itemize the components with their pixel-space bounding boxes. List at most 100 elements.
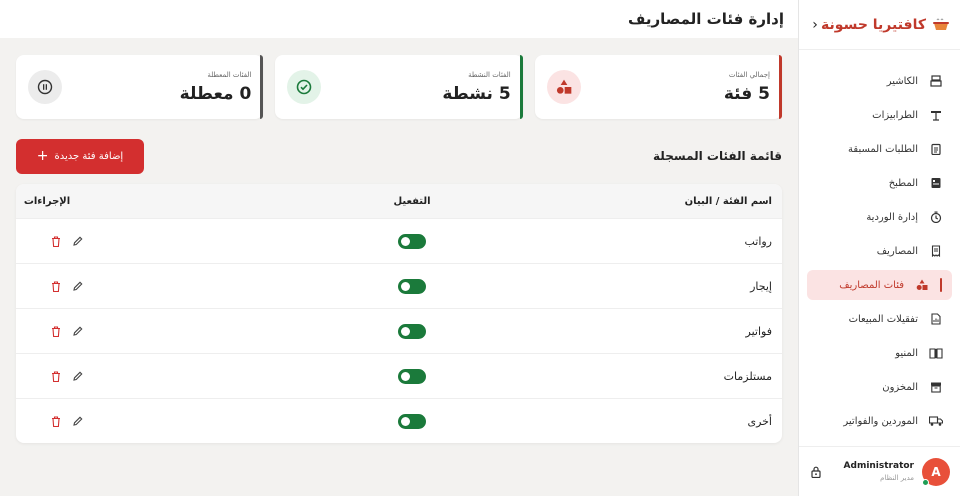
sidebar-item-cashier[interactable]: الكاشير: [807, 66, 952, 96]
edit-icon[interactable]: [72, 235, 84, 247]
stat-accent-bar: [260, 55, 264, 119]
shift-icon: [928, 209, 944, 225]
trash-icon[interactable]: [50, 280, 62, 292]
sidebar-item-label: إدارة الوردية: [866, 211, 918, 223]
trash-icon[interactable]: [50, 235, 62, 247]
sidebar-item-label: تفقيلات المبيعات: [848, 313, 918, 325]
pause-circle-icon: [28, 70, 63, 104]
stat-label: الفئات النشطة: [468, 70, 511, 79]
table-row: رواتب: [16, 218, 782, 263]
header-actions: الإجراءات: [23, 195, 71, 207]
brand-name: كافتيريا حسونة: [821, 16, 926, 33]
user-info: Administrator مدير النظام: [844, 461, 914, 482]
sidebar-item-inventory[interactable]: المخزون: [807, 372, 952, 402]
main-content: إدارة فئات المصاريف إجمالي الفئات 5 فئة …: [0, 0, 798, 496]
trash-icon[interactable]: [50, 370, 62, 382]
active-toggle[interactable]: [398, 323, 426, 339]
edit-icon[interactable]: [72, 325, 84, 337]
lock-icon[interactable]: [809, 465, 823, 479]
active-toggle[interactable]: [398, 278, 426, 294]
sidebar: كافتيريا حسونة ‹ الكاشير الطرابيزات الطل…: [798, 0, 960, 496]
cafe-logo-icon: [932, 14, 950, 36]
stat-accent-bar: [779, 55, 782, 119]
page-title: إدارة فئات المصاريف: [628, 10, 784, 28]
header-toggle: التفعيل: [393, 195, 431, 207]
shapes-icon: [546, 70, 581, 104]
active-toggle[interactable]: [398, 368, 426, 384]
collapse-sidebar-button[interactable]: ‹: [809, 17, 821, 33]
stat-value: 5 نشطة: [442, 83, 511, 104]
table-row: مستلزمات: [16, 353, 782, 398]
shapes-icon: [914, 277, 930, 293]
header-name: اسم الفئة / البيان: [684, 195, 772, 207]
stat-accent-bar: [519, 55, 523, 119]
categories-table: اسم الفئة / البيان التفعيل الإجراءات روا…: [16, 184, 782, 443]
sidebar-item-expenses[interactable]: المصاريف: [807, 236, 952, 266]
online-status-dot: [922, 478, 929, 486]
sidebar-item-label: الطرابيزات: [872, 109, 918, 121]
avatar[interactable]: A: [922, 457, 950, 486]
add-category-label: إضافة فئة جديدة: [54, 150, 124, 162]
kitchen-icon: [928, 175, 944, 191]
sidebar-item-label: المطبخ: [888, 177, 918, 189]
stat-label: إجمالي الفئات: [728, 70, 770, 79]
sidebar-item-menu[interactable]: المنيو: [807, 338, 952, 368]
edit-icon[interactable]: [72, 370, 84, 382]
category-name: مستلزمات: [723, 369, 772, 383]
check-circle-icon: [287, 70, 322, 104]
stat-card-total: إجمالي الفئات 5 فئة: [534, 55, 782, 119]
sidebar-item-label: المخزون: [882, 381, 918, 393]
table-row: أخرى: [16, 398, 782, 443]
table-row: فواتير: [16, 308, 782, 353]
table-header: اسم الفئة / البيان التفعيل الإجراءات: [16, 184, 782, 218]
archive-icon: [928, 379, 944, 395]
stat-value: 5 فئة: [723, 83, 770, 104]
stat-card-disabled: الفئات المعطلة 0 معطلة: [16, 55, 264, 119]
table-row: إيجار: [16, 263, 782, 308]
sidebar-item-suppliers[interactable]: الموردين والفواتير: [807, 406, 952, 436]
edit-icon[interactable]: [72, 415, 84, 427]
book-icon: [928, 345, 944, 361]
active-toggle[interactable]: [398, 413, 426, 429]
register-icon: [928, 73, 944, 89]
avatar-initial: A: [931, 464, 941, 479]
active-toggle[interactable]: [398, 233, 426, 249]
trash-icon[interactable]: [50, 325, 62, 337]
sidebar-item-preorders[interactable]: الطلبات المسبقة: [807, 134, 952, 164]
edit-icon[interactable]: [72, 280, 84, 292]
sidebar-item-tables[interactable]: الطرابيزات: [807, 100, 952, 130]
brand-header: كافتيريا حسونة ‹: [799, 0, 960, 50]
truck-icon: [928, 413, 944, 429]
sidebar-nav: الكاشير الطرابيزات الطلبات المسبقة المطب…: [799, 50, 960, 436]
stat-label: الفئات المعطلة: [207, 70, 252, 79]
clipboard-icon: [928, 141, 944, 157]
sidebar-item-label: الطلبات المسبقة: [848, 143, 918, 155]
list-header: قائمة الفئات المسجلة إضافة فئة جديدة +: [16, 138, 782, 174]
list-title: قائمة الفئات المسجلة: [653, 149, 782, 163]
sidebar-item-kitchen[interactable]: المطبخ: [807, 168, 952, 198]
user-profile[interactable]: A Administrator مدير النظام: [799, 446, 960, 496]
sidebar-item-label: الموردين والفواتير: [843, 415, 918, 427]
category-name: فواتير: [745, 324, 772, 338]
trash-icon[interactable]: [50, 415, 62, 427]
table-icon: [928, 107, 944, 123]
user-name: Administrator: [843, 461, 914, 471]
report-icon: [928, 311, 944, 327]
sidebar-item-shift[interactable]: إدارة الوردية: [807, 202, 952, 232]
category-name: أخرى: [747, 414, 772, 428]
receipt-icon: [928, 243, 944, 259]
sidebar-item-expense-categories[interactable]: فئات المصاريف: [807, 270, 952, 300]
user-role: مدير النظام: [880, 474, 914, 482]
category-name: رواتب: [744, 234, 772, 248]
add-category-button[interactable]: إضافة فئة جديدة +: [16, 138, 144, 174]
stat-value: 0 معطلة: [179, 83, 252, 104]
topbar: إدارة فئات المصاريف: [0, 0, 798, 38]
stat-card-active: الفئات النشطة 5 نشطة: [275, 55, 523, 119]
stats-cards: إجمالي الفئات 5 فئة الفئات النشطة 5 نشطة…: [16, 55, 782, 119]
sidebar-item-label: المصاريف: [876, 245, 918, 257]
sidebar-item-label: المنيو: [895, 347, 918, 359]
plus-icon: +: [36, 148, 49, 164]
sidebar-item-sales-reports[interactable]: تفقيلات المبيعات: [807, 304, 952, 334]
sidebar-item-label: فئات المصاريف: [839, 279, 904, 291]
sidebar-item-label: الكاشير: [886, 75, 918, 87]
